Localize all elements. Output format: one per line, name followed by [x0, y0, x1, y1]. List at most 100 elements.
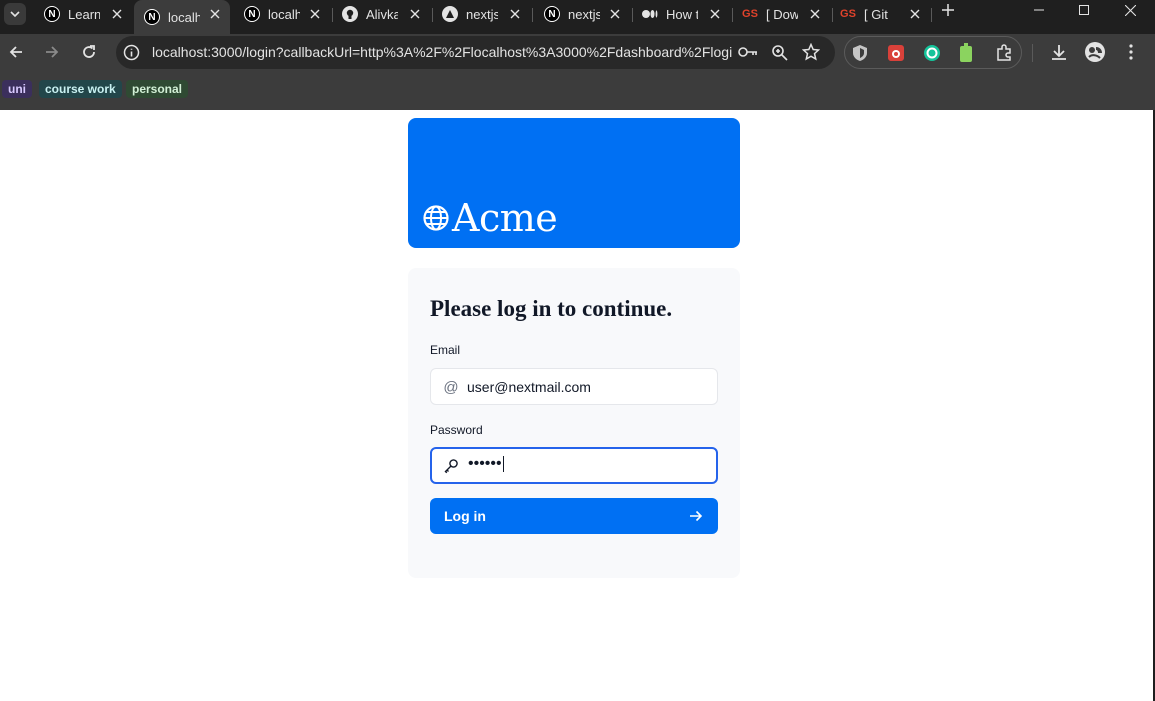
reload-icon [83, 45, 95, 58]
stackoverflow-icon: GS [840, 8, 856, 20]
close-window-button[interactable] [1107, 0, 1153, 20]
grammarly-extension-icon[interactable] [923, 44, 941, 67]
brand-name: Acme [452, 196, 558, 240]
medium-icon [642, 6, 658, 22]
arrow-right-icon [46, 46, 59, 58]
close-tab-icon[interactable] [708, 7, 722, 21]
github-icon [342, 6, 358, 22]
reload-button[interactable] [78, 41, 100, 63]
chrome-menu-button[interactable] [1120, 41, 1142, 63]
email-value[interactable]: user@nextmail.com [467, 379, 591, 395]
zoom-icon[interactable] [771, 44, 788, 66]
tab-title: [ Dow [766, 6, 798, 22]
new-tab-button[interactable] [937, 0, 959, 20]
bookmark-folder-uni[interactable]: uni [2, 80, 32, 98]
tab-title: [ Git [864, 6, 888, 22]
tab-title: Alivka [366, 6, 398, 22]
tab-vercel[interactable]: nextjs [434, 0, 530, 28]
tab-learn[interactable]: N Learn [36, 0, 132, 28]
close-icon [1124, 4, 1136, 16]
tab-separator [732, 8, 733, 22]
puzzle-extensions-icon[interactable] [995, 44, 1013, 67]
tab-medium[interactable]: How t [634, 0, 730, 28]
downloads-button[interactable] [1048, 41, 1070, 63]
chevron-down-icon [10, 11, 20, 18]
tab-title: localh [168, 9, 200, 25]
tab-separator [432, 8, 433, 22]
forward-button[interactable] [41, 41, 63, 63]
tab-github[interactable]: Alivka [334, 0, 430, 28]
download-icon [1052, 45, 1066, 60]
bookmark-star-icon[interactable] [801, 42, 821, 66]
back-button[interactable] [5, 41, 27, 63]
browser-toolbar: localhost:3000/login?callbackUrl=http%3A… [0, 34, 1155, 71]
login-form: Please log in to continue. Email @ user@… [408, 268, 740, 578]
email-field[interactable]: @ user@nextmail.com [430, 368, 718, 405]
key-icon [442, 457, 460, 475]
tab-separator [632, 8, 633, 22]
tab-title: nextjs [466, 6, 498, 22]
close-tab-icon[interactable] [208, 7, 222, 21]
avatar [1085, 42, 1105, 62]
tab-strip: N Learn N localh N localh Alivka nextjs … [0, 0, 1155, 34]
login-title: Please log in to continue. [430, 296, 673, 321]
site-info-icon[interactable] [123, 44, 140, 66]
acme-logo: Acme [422, 196, 558, 240]
bookmark-folder-personal[interactable]: personal [126, 80, 189, 98]
close-tab-icon[interactable] [808, 7, 822, 21]
arrow-right-icon [690, 510, 703, 522]
tab-stackoverflow[interactable]: GS [ Dow [734, 0, 830, 28]
tab-git[interactable]: GS [ Git [834, 0, 930, 28]
tab-title: Learn [68, 6, 100, 22]
login-button-label: Log in [444, 508, 486, 524]
minimize-button[interactable] [1016, 0, 1062, 20]
profile-button[interactable] [1084, 41, 1106, 63]
email-label: Email [430, 343, 461, 357]
arrow-left-icon [9, 46, 22, 58]
bug-extension-icon[interactable] [887, 44, 905, 67]
kebab-menu-icon [1129, 44, 1133, 60]
nextjs-icon: N [244, 6, 260, 22]
maximize-icon [1079, 5, 1089, 15]
vercel-icon [442, 6, 458, 22]
maximize-button[interactable] [1061, 0, 1107, 20]
plus-icon [942, 4, 954, 16]
close-tab-icon[interactable] [608, 7, 622, 21]
url-text[interactable]: localhost:3000/login?callbackUrl=http%3A… [152, 44, 732, 60]
tab-separator [931, 8, 932, 22]
bookmark-folder-course-work[interactable]: course work [39, 80, 122, 98]
tab-title: How t [666, 6, 698, 22]
key-icon[interactable] [738, 45, 758, 64]
tab-separator [532, 8, 533, 22]
tab-search-button[interactable] [4, 3, 26, 25]
address-bar[interactable]: localhost:3000/login?callbackUrl=http%3A… [116, 36, 835, 69]
login-button[interactable]: Log in [430, 498, 718, 534]
tab-title: nextjs [568, 6, 600, 22]
close-tab-icon[interactable] [308, 7, 322, 21]
tab-localhost[interactable]: N localh [234, 0, 330, 28]
password-field[interactable]: •••••• [430, 447, 718, 484]
shield-extension-icon[interactable] [851, 44, 869, 67]
close-tab-icon[interactable] [110, 7, 124, 21]
nextjs-icon: N [144, 9, 160, 25]
stackoverflow-icon: GS [742, 8, 758, 20]
close-tab-icon[interactable] [908, 7, 922, 21]
acme-header-banner: Acme [408, 118, 740, 248]
password-value[interactable]: •••••• [468, 455, 504, 473]
tab-separator [332, 8, 333, 22]
tab-separator [832, 8, 833, 22]
bookmarks-bar: uni course work personal [0, 71, 1155, 110]
toolbar-separator [1032, 44, 1033, 62]
minimize-icon [1034, 9, 1044, 11]
tab-title: localh [268, 6, 300, 22]
close-tab-icon[interactable] [508, 7, 522, 21]
at-sign-icon: @ [443, 378, 459, 396]
password-label: Password [430, 423, 483, 437]
nextjs-icon: N [544, 6, 560, 22]
extensions-area [844, 36, 1022, 69]
globe-icon [423, 205, 449, 231]
tab-localhost-active[interactable]: N localh [134, 0, 230, 34]
close-tab-icon[interactable] [408, 7, 422, 21]
battery-extension-icon[interactable] [959, 43, 973, 68]
tab-nextjs[interactable]: N nextjs [534, 0, 630, 28]
